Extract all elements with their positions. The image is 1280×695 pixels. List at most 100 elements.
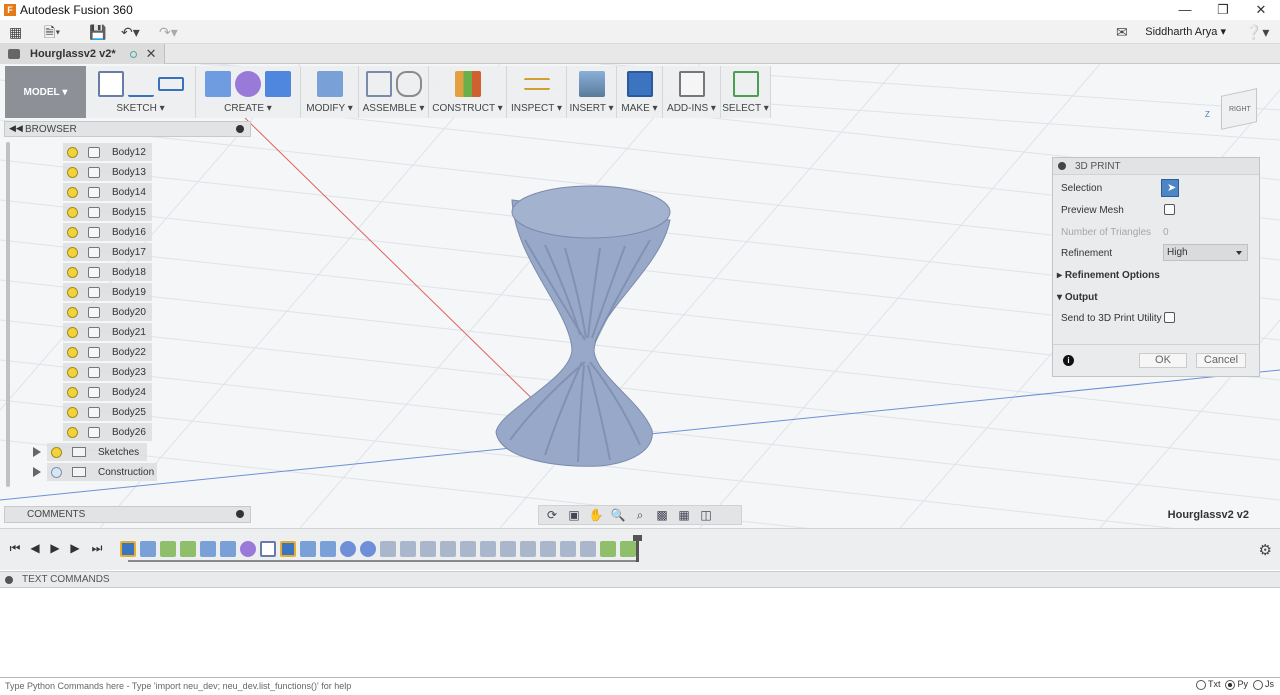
- go-to-start-icon[interactable]: ⏮: [8, 541, 22, 555]
- timeline-feature[interactable]: [380, 541, 396, 557]
- toolbar-group-inspect[interactable]: INSPECT ▾: [507, 66, 567, 118]
- browser-item-body[interactable]: Body19: [63, 283, 152, 301]
- display-settings-icon[interactable]: ▩: [653, 508, 671, 522]
- selection-button[interactable]: ➤: [1161, 179, 1179, 197]
- close-icon[interactable]: ✕: [1242, 0, 1280, 20]
- new-component-icon[interactable]: [365, 71, 392, 97]
- collapse-browser-icon[interactable]: ◀◀: [9, 123, 23, 134]
- cancel-button[interactable]: Cancel: [1196, 353, 1246, 368]
- visibility-bulb-icon[interactable]: [67, 166, 78, 178]
- timeline-feature[interactable]: [180, 541, 196, 557]
- visibility-bulb-icon[interactable]: [67, 386, 78, 398]
- visibility-bulb-icon[interactable]: [67, 186, 78, 198]
- browser-folder-construction[interactable]: Construction: [47, 463, 157, 481]
- timeline-feature[interactable]: [460, 541, 476, 557]
- browser-item-body[interactable]: Body14: [63, 183, 152, 201]
- timeline-feature[interactable]: [540, 541, 556, 557]
- grid-settings-icon[interactable]: ▦: [675, 508, 693, 522]
- timeline-feature[interactable]: [500, 541, 516, 557]
- preview-mesh-checkbox[interactable]: [1164, 204, 1175, 215]
- visibility-bulb-icon[interactable]: [51, 446, 62, 458]
- browser-item-body[interactable]: Body13: [63, 163, 152, 181]
- timeline-feature[interactable]: [280, 541, 296, 557]
- extrude-icon[interactable]: [205, 71, 231, 97]
- chat-icon[interactable]: ✉: [1116, 23, 1128, 41]
- timeline-feature[interactable]: [420, 541, 436, 557]
- timeline-feature[interactable]: [560, 541, 576, 557]
- expand-sketches-icon[interactable]: [33, 447, 41, 457]
- rectangle-icon[interactable]: [157, 77, 184, 91]
- browser-item-body[interactable]: Body24: [63, 383, 152, 401]
- hourglass-model[interactable]: [495, 185, 671, 467]
- user-account-menu[interactable]: Siddharth Arya ▾: [1145, 25, 1226, 38]
- send-to-utility-checkbox[interactable]: [1164, 312, 1175, 323]
- select-icon[interactable]: [732, 71, 759, 97]
- mode-radio-py[interactable]: Py: [1225, 679, 1248, 690]
- visibility-bulb-icon[interactable]: [67, 226, 78, 238]
- scripts-addins-icon[interactable]: [678, 71, 705, 97]
- go-to-end-icon[interactable]: ⏭: [90, 541, 104, 555]
- toolbar-group-select[interactable]: SELECT ▾: [721, 66, 771, 118]
- visibility-bulb-icon[interactable]: [67, 246, 78, 258]
- toolbar-group-make[interactable]: MAKE ▾: [617, 66, 663, 118]
- timeline-feature[interactable]: [160, 541, 176, 557]
- timeline-feature[interactable]: [240, 541, 256, 557]
- timeline-feature[interactable]: [300, 541, 316, 557]
- timeline-feature[interactable]: [580, 541, 596, 557]
- toolbar-group-addins[interactable]: ADD-INS ▾: [663, 66, 721, 118]
- timeline-settings-gear-icon[interactable]: ⚙: [1259, 541, 1272, 559]
- undo-icon[interactable]: ↶▾: [121, 23, 140, 41]
- command-input[interactable]: Type Python Commands here - Type 'import…: [0, 677, 1280, 695]
- visibility-bulb-icon[interactable]: [67, 406, 78, 418]
- add-comment-icon[interactable]: [236, 510, 244, 518]
- browser-item-body[interactable]: Body22: [63, 343, 152, 361]
- timeline-feature[interactable]: [480, 541, 496, 557]
- browser-item-body[interactable]: Body18: [63, 263, 152, 281]
- dialog-titlebar[interactable]: 3D PRINT: [1053, 158, 1259, 175]
- browser-item-body[interactable]: Body23: [63, 363, 152, 381]
- browser-pin-icon[interactable]: [236, 125, 244, 133]
- document-tab[interactable]: Hourglassv2 v2* ✕: [0, 44, 165, 64]
- insert-image-icon[interactable]: [578, 71, 605, 97]
- browser-item-body[interactable]: Body12: [63, 143, 152, 161]
- viewcube[interactable]: RIGHT Z: [1205, 84, 1261, 130]
- visibility-bulb-icon[interactable]: [67, 426, 78, 438]
- timeline-feature[interactable]: [200, 541, 216, 557]
- viewports-icon[interactable]: ◫: [697, 508, 715, 522]
- save-icon[interactable]: 💾: [89, 23, 106, 41]
- timeline-feature[interactable]: [600, 541, 616, 557]
- toolbar-group-create[interactable]: CREATE ▾: [196, 66, 301, 118]
- browser-folder-sketches[interactable]: Sketches: [47, 443, 147, 461]
- toolbar-group-modify[interactable]: MODIFY ▾: [301, 66, 359, 118]
- visibility-bulb-icon[interactable]: [67, 366, 78, 378]
- refinement-options-section[interactable]: ▸ Refinement Options: [1057, 270, 1160, 281]
- visibility-bulb-icon[interactable]: [67, 306, 78, 318]
- create-sketch-icon[interactable]: [97, 71, 124, 97]
- timeline-feature[interactable]: [140, 541, 156, 557]
- expand-construction-icon[interactable]: [33, 467, 41, 477]
- timeline-feature[interactable]: [220, 541, 236, 557]
- timeline-feature[interactable]: [440, 541, 456, 557]
- visibility-bulb-icon[interactable]: [67, 286, 78, 298]
- timeline-feature[interactable]: [620, 541, 636, 557]
- visibility-bulb-icon[interactable]: [51, 466, 62, 478]
- visibility-bulb-icon[interactable]: [67, 146, 78, 158]
- app-grid-icon[interactable]: ▦: [9, 23, 22, 41]
- timeline-feature[interactable]: [360, 541, 376, 557]
- ok-button[interactable]: OK: [1139, 353, 1187, 368]
- orbit-icon[interactable]: ⟳: [543, 508, 561, 522]
- zoom-icon[interactable]: 🔍: [609, 508, 627, 522]
- restore-icon[interactable]: ❐: [1204, 0, 1242, 20]
- visibility-bulb-icon[interactable]: [67, 326, 78, 338]
- timeline-feature[interactable]: [340, 541, 356, 557]
- toolbar-group-insert[interactable]: INSERT ▾: [567, 66, 617, 118]
- look-at-icon[interactable]: ▣: [565, 508, 583, 522]
- step-forward-icon[interactable]: ▶: [68, 541, 82, 555]
- workspace-switcher[interactable]: MODEL ▾: [5, 66, 86, 118]
- browser-item-body[interactable]: Body16: [63, 223, 152, 241]
- output-section[interactable]: ▾ Output: [1057, 292, 1098, 303]
- visibility-bulb-icon[interactable]: [67, 266, 78, 278]
- form-icon[interactable]: [235, 71, 261, 97]
- visibility-bulb-icon[interactable]: [67, 206, 78, 218]
- timeline-feature[interactable]: [260, 541, 276, 557]
